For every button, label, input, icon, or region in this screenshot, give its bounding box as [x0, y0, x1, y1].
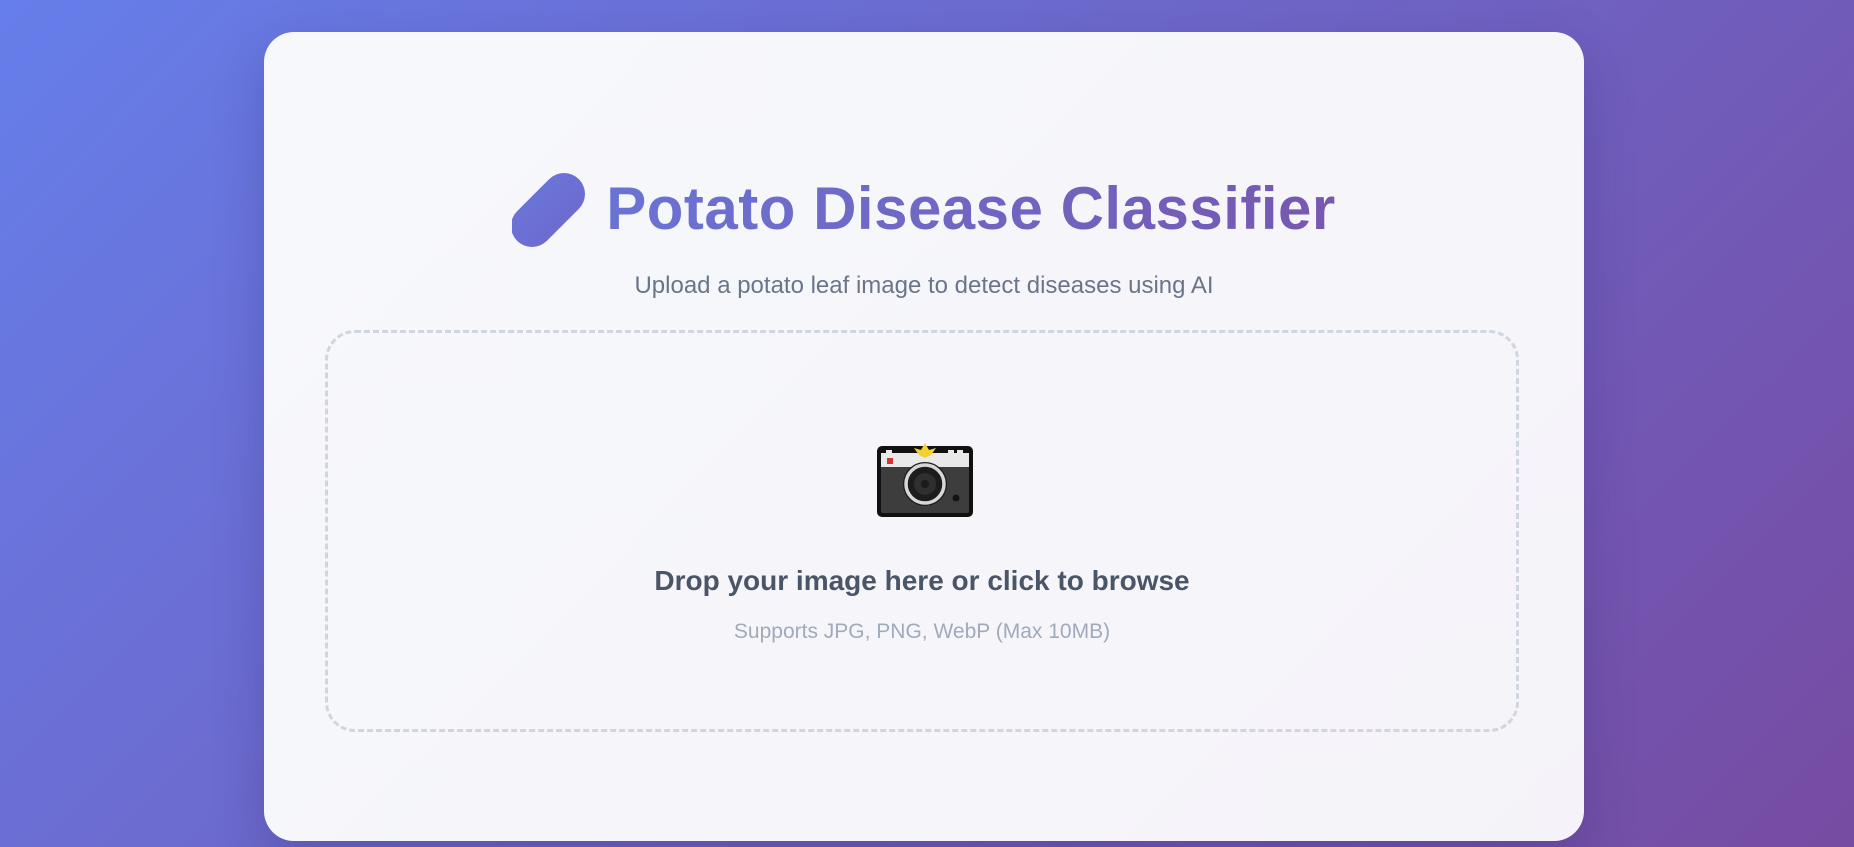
- potato-icon: [512, 173, 586, 247]
- dropzone-hint: Supports JPG, PNG, WebP (Max 10MB): [733, 620, 1111, 643]
- page-subtitle: Upload a potato leaf image to detect dis…: [634, 272, 1214, 299]
- camera-icon: [877, 443, 973, 517]
- header: Potato Disease Classifier: [264, 170, 1584, 247]
- dropzone-title: Drop your image here or click to browse: [654, 565, 1190, 596]
- image-dropzone[interactable]: Drop your image here or click to browse …: [325, 330, 1519, 732]
- page-title: Potato Disease Classifier: [606, 174, 1336, 242]
- classifier-card: Potato Disease Classifier Upload a potat…: [264, 32, 1584, 841]
